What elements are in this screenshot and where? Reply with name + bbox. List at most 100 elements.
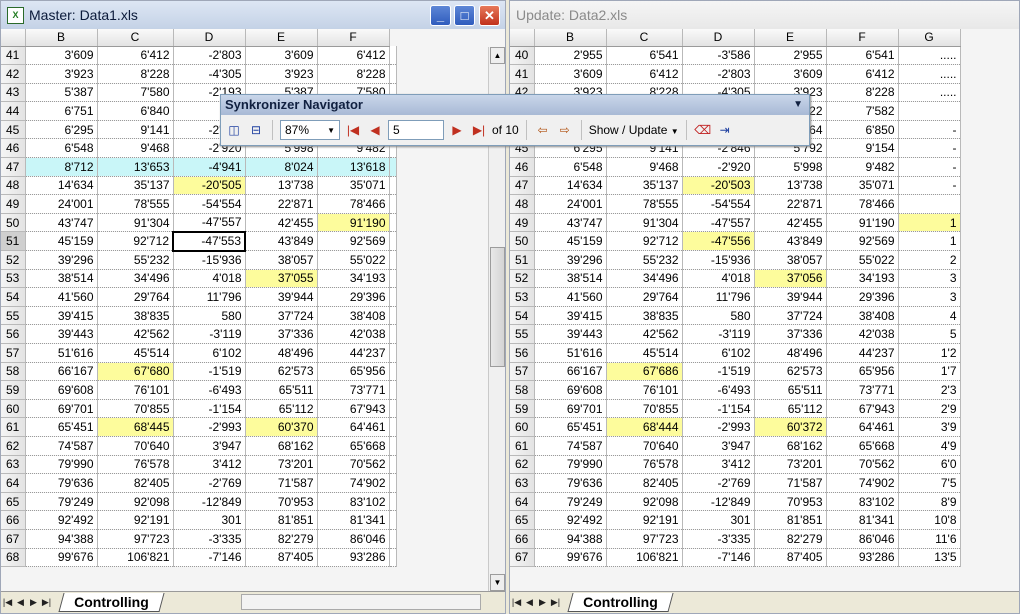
cell[interactable]: 6'541 (826, 46, 899, 66)
cell[interactable]: -15'936 (682, 250, 755, 270)
cell[interactable]: 82'279 (754, 529, 827, 549)
cell[interactable] (389, 46, 397, 66)
cell[interactable]: 91'190 (826, 213, 899, 233)
cell[interactable]: 69'608 (534, 380, 607, 400)
cell[interactable] (898, 194, 961, 214)
cell[interactable]: 38'835 (97, 306, 174, 326)
cell[interactable]: 45'159 (534, 231, 607, 252)
next-sheet-icon[interactable]: ▶ (536, 597, 549, 608)
cell[interactable]: 70'855 (606, 399, 683, 419)
cell[interactable]: 43'849 (754, 231, 827, 252)
last-sheet-icon[interactable]: ▶| (549, 597, 562, 608)
cell[interactable]: -2'920 (682, 157, 755, 177)
cell[interactable]: 42'455 (754, 213, 827, 233)
cell[interactable]: 43'747 (25, 213, 98, 233)
cell[interactable]: 7'580 (97, 83, 174, 103)
cell[interactable] (389, 231, 397, 252)
cell[interactable]: 3'412 (682, 455, 755, 475)
cell[interactable]: 1 (898, 213, 961, 233)
cell[interactable]: 65'511 (245, 380, 318, 400)
cell[interactable]: 65'451 (25, 417, 98, 437)
cell[interactable] (389, 548, 397, 568)
cell[interactable]: 73'771 (317, 380, 390, 400)
last-record-icon[interactable]: ▶| (470, 122, 488, 138)
cell[interactable]: -54'554 (173, 194, 246, 214)
cell[interactable]: -47'557 (173, 213, 246, 233)
cell[interactable] (389, 213, 397, 233)
row-header[interactable]: 53 (1, 269, 26, 289)
cell[interactable]: 5 (898, 324, 961, 344)
cell[interactable]: -2'803 (173, 46, 246, 66)
close-button[interactable]: ✕ (479, 5, 500, 26)
cell[interactable]: 55'232 (97, 250, 174, 270)
zoom-select[interactable]: 87% ▼ (280, 120, 340, 140)
cell[interactable]: 70'562 (317, 455, 390, 475)
row-header[interactable]: 41 (1, 46, 26, 66)
cell[interactable]: 6'412 (606, 64, 683, 84)
cell[interactable]: -47'557 (682, 213, 755, 233)
cell[interactable]: 37'724 (245, 306, 318, 326)
cell[interactable]: 65'112 (754, 399, 827, 419)
cell[interactable]: 93'286 (826, 548, 899, 568)
cell[interactable]: 38'835 (606, 306, 683, 326)
cell[interactable]: 6'548 (25, 138, 98, 159)
cell[interactable]: 76'578 (97, 455, 174, 475)
cell[interactable] (389, 269, 397, 289)
cell[interactable]: 73'201 (754, 455, 827, 475)
cell[interactable]: 9'468 (606, 157, 683, 177)
cell[interactable]: 62'573 (245, 362, 318, 382)
row-header[interactable]: 55 (510, 324, 535, 344)
cell[interactable]: 43'747 (534, 213, 607, 233)
cell[interactable]: 11'796 (682, 287, 755, 307)
cell[interactable]: 106'821 (97, 548, 174, 568)
cell[interactable]: -2'769 (173, 473, 246, 493)
column-header[interactable]: D (173, 29, 246, 47)
cell[interactable]: 9'141 (97, 120, 174, 140)
row-header[interactable]: 67 (1, 529, 26, 549)
row-header[interactable]: 62 (510, 455, 535, 475)
cell[interactable]: 39'296 (25, 250, 98, 270)
transfer-left-icon[interactable]: ⇦ (534, 122, 552, 138)
row-header[interactable]: 54 (1, 287, 26, 307)
cell[interactable]: 87'405 (754, 548, 827, 568)
cell[interactable]: 13'653 (97, 157, 174, 177)
cell[interactable] (389, 362, 397, 382)
cell[interactable]: 66'167 (534, 362, 607, 382)
cell[interactable]: 1 (898, 231, 961, 252)
cell[interactable]: 2'3 (898, 380, 961, 400)
cell[interactable]: 13'738 (245, 176, 318, 196)
cell[interactable]: 14'634 (534, 176, 607, 196)
cell[interactable]: 106'821 (606, 548, 683, 568)
cell[interactable]: 67'680 (97, 362, 174, 382)
row-header[interactable]: 66 (1, 510, 26, 530)
cell[interactable]: 38'514 (534, 269, 607, 289)
cell[interactable]: 81'341 (317, 510, 390, 530)
cell[interactable]: -12'849 (173, 492, 246, 512)
cell[interactable]: -2'769 (682, 473, 755, 493)
cell[interactable] (389, 492, 397, 512)
cell[interactable]: 3'609 (245, 46, 318, 66)
cell[interactable]: 38'514 (25, 269, 98, 289)
cell[interactable] (389, 157, 397, 177)
cell[interactable]: 2 (898, 250, 961, 270)
row-header[interactable]: 48 (1, 176, 26, 196)
column-header[interactable]: E (754, 29, 827, 47)
cell[interactable]: 5'387 (25, 83, 98, 103)
row-header[interactable]: 61 (1, 417, 26, 437)
cell[interactable]: -1'154 (173, 399, 246, 419)
first-sheet-icon[interactable]: |◀ (510, 597, 523, 608)
cell[interactable]: 43'849 (245, 231, 318, 252)
cell[interactable] (389, 64, 397, 84)
cell[interactable]: 13'738 (754, 176, 827, 196)
cell[interactable] (389, 343, 397, 363)
cell[interactable]: 8'712 (25, 157, 98, 177)
cell[interactable]: 93'286 (317, 548, 390, 568)
row-header[interactable]: 62 (1, 436, 26, 456)
cell[interactable]: 13'618 (317, 157, 390, 177)
cell[interactable]: 45'159 (25, 231, 98, 252)
row-header[interactable]: 61 (510, 436, 535, 456)
cell[interactable]: 70'640 (97, 436, 174, 456)
cell[interactable]: 8'024 (245, 157, 318, 177)
row-header[interactable]: 60 (510, 417, 535, 437)
stacked-view-icon[interactable]: ⊟ (247, 122, 265, 138)
